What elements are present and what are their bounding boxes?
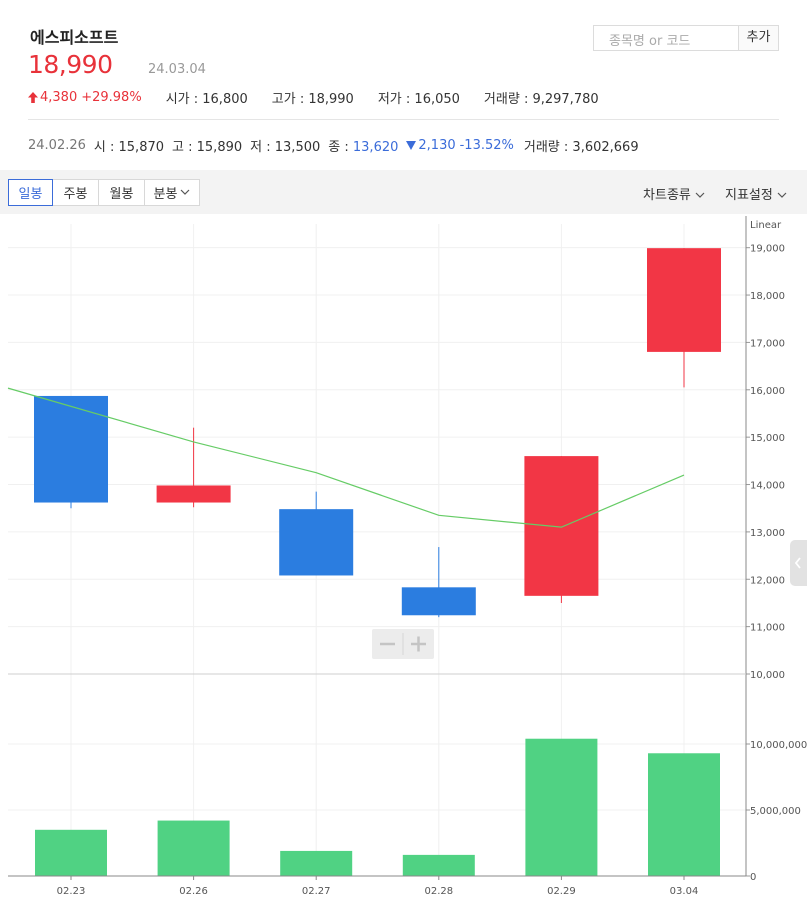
indicator-settings-label: 지표설정	[725, 188, 773, 203]
scale-label: Linear	[750, 220, 782, 231]
down-triangle-icon	[406, 141, 417, 150]
prev-low-label: 저	[250, 140, 263, 155]
price-tick-label: 10,000	[750, 670, 785, 681]
stock-name: 에스피소프트	[30, 28, 119, 47]
zoom-controls	[372, 629, 434, 659]
price-tick-label: 16,000	[750, 386, 785, 397]
volume-bar	[402, 854, 475, 876]
volume-bar	[648, 753, 720, 876]
prev-volume: 3,602,669	[572, 140, 639, 155]
stock-search-input[interactable]: 종목명 or 코드	[593, 25, 739, 51]
volume-bar	[157, 820, 230, 876]
x-tick-label: 02.28	[424, 886, 453, 897]
price-tick-label: 19,000	[750, 244, 785, 255]
prev-change: 2,130	[418, 138, 456, 153]
price-tick-label: 14,000	[750, 481, 785, 492]
tab-minute-label: 분봉	[153, 187, 178, 202]
up-arrow-icon	[28, 92, 38, 103]
zoom-out-button[interactable]	[372, 629, 403, 659]
header-divider	[28, 119, 779, 120]
chevron-down-icon	[181, 189, 190, 195]
price-tick-label: 13,000	[750, 528, 785, 539]
side-panel-toggle[interactable]	[790, 540, 807, 586]
x-tick-label: 02.26	[179, 886, 208, 897]
volume-bar	[280, 850, 353, 876]
price-tick-label: 11,000	[750, 623, 785, 634]
x-tick-label: 02.27	[302, 886, 331, 897]
volume-label: 거래량	[483, 92, 520, 107]
chart-tools: 차트종류 지표설정	[643, 184, 787, 203]
price-summary-row: 4,380 +29.98% 시가 : 16,800 고가 : 18,990 저가…	[28, 88, 599, 107]
prev-date: 24.02.26	[28, 138, 86, 153]
prev-close-label: 종	[328, 140, 341, 155]
add-button[interactable]: 추가	[738, 25, 779, 51]
volume-tick-label: 10,000,000	[750, 740, 807, 751]
chevron-down-icon	[695, 192, 705, 198]
open-value: 16,800	[202, 92, 248, 107]
candle-body	[401, 587, 476, 616]
period-tabs: 일봉 주봉 월봉 분봉	[8, 179, 200, 206]
open-label: 시가	[165, 92, 190, 107]
volume-value: 9,297,780	[532, 92, 599, 107]
prev-low: 13,500	[274, 140, 321, 155]
candle-body	[156, 485, 231, 503]
candle-body	[647, 248, 721, 352]
chart-toolbar: 일봉 주봉 월봉 분봉 차트종류 지표설정	[0, 170, 807, 214]
high-value: 18,990	[308, 92, 354, 107]
chevron-down-icon	[777, 192, 787, 198]
tab-daily[interactable]: 일봉	[8, 179, 53, 206]
prev-close: 13,620	[352, 140, 399, 155]
volume-tick-label: 0	[750, 872, 756, 883]
prev-open-label: 시	[93, 140, 106, 155]
current-price: 18,990	[28, 50, 113, 79]
prev-high: 15,890	[196, 140, 243, 155]
tab-minute[interactable]: 분봉	[145, 179, 200, 206]
previous-candle-info: 24.02.26 시 : 15,870 고 : 15,890 저 : 13,50…	[28, 138, 639, 155]
high-label: 고가	[271, 92, 296, 107]
change-percent: +29.98%	[81, 90, 142, 105]
x-tick-label: 02.29	[547, 886, 576, 897]
chart-type-menu[interactable]: 차트종류	[643, 184, 705, 203]
prev-volume-label: 거래량	[523, 140, 560, 155]
price-tick-label: 18,000	[750, 291, 785, 302]
tab-monthly[interactable]: 월봉	[99, 179, 145, 206]
low-label: 저가	[377, 92, 402, 107]
candle-body	[279, 509, 354, 576]
candle-body	[34, 395, 108, 503]
price-tick-label: 15,000	[750, 433, 785, 444]
prev-high-label: 고	[172, 140, 184, 155]
zoom-in-button[interactable]	[403, 629, 434, 659]
chart-type-label: 차트종류	[643, 188, 691, 203]
low-value: 16,050	[414, 92, 460, 107]
chevron-left-icon	[794, 557, 801, 569]
price-tick-label: 17,000	[750, 338, 785, 349]
stock-chart[interactable]: 10,000 11,000 12,000 13,000 14,000 15,000 16,0…	[0, 214, 807, 911]
change-value: 4,380	[40, 90, 78, 105]
price-date: 24.03.04	[148, 62, 206, 77]
chart-grid	[8, 224, 746, 876]
stock-header: 에스피소프트 18,990 24.03.04 4,380 +29.98% 시가 …	[0, 0, 807, 170]
volume-series	[35, 738, 720, 876]
price-tick-label: 12,000	[750, 575, 785, 586]
candlestick-series	[34, 248, 721, 618]
volume-bar	[525, 738, 598, 876]
volume-tick-label: 5,000,000	[750, 806, 801, 817]
candle-body	[524, 456, 599, 596]
indicator-settings-menu[interactable]: 지표설정	[725, 184, 787, 203]
volume-bar	[35, 829, 107, 876]
prev-open: 15,870	[118, 140, 165, 155]
x-tick-label: 02.23	[57, 886, 86, 897]
x-tick-label: 03.04	[670, 886, 699, 897]
prev-change-percent: -13.52%	[459, 138, 514, 153]
tab-weekly[interactable]: 주봉	[53, 179, 99, 206]
